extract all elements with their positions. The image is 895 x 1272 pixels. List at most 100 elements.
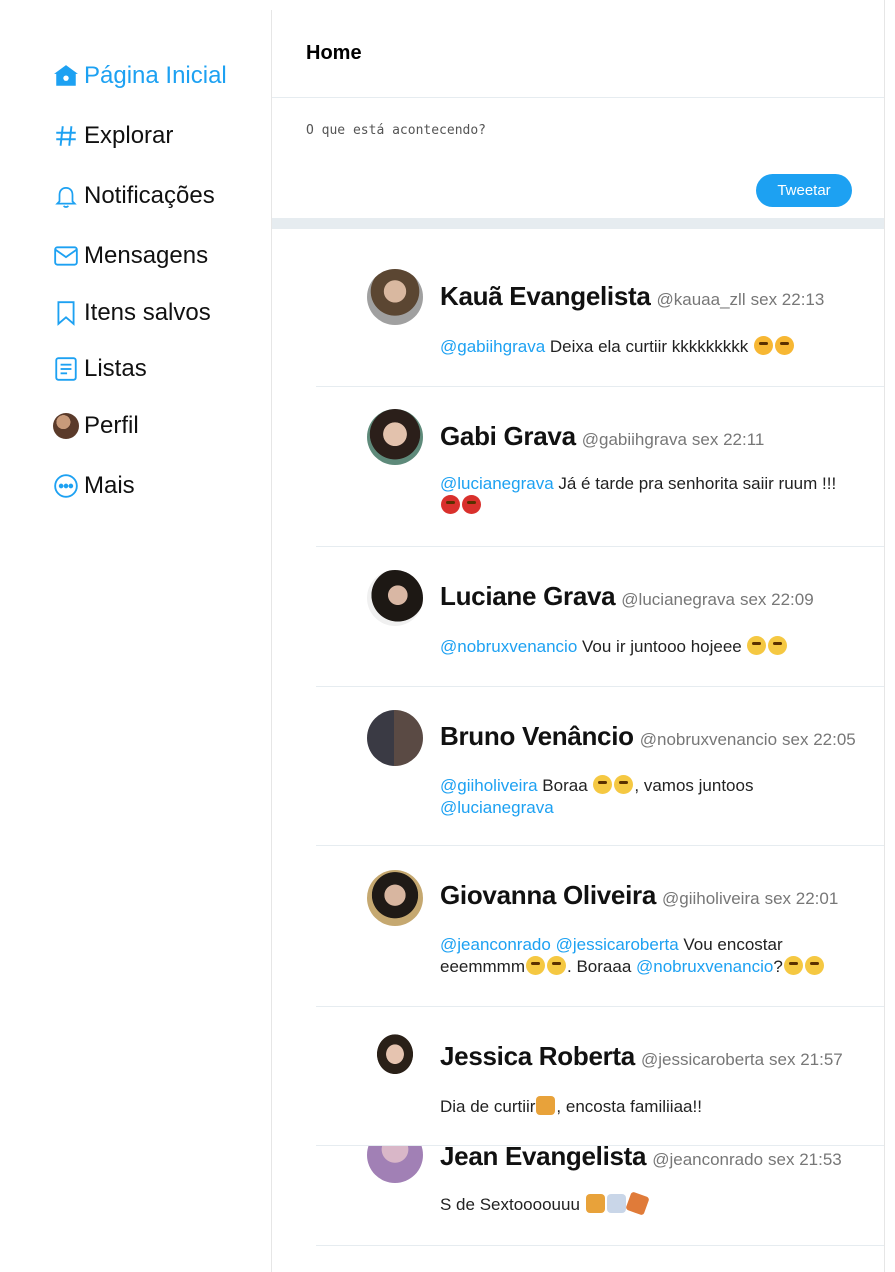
tweet-author-handle[interactable]: @jeanconrado	[652, 1150, 763, 1170]
sidebar-item-label: Explorar	[84, 122, 174, 149]
tongue-face-emoji-icon	[593, 775, 613, 794]
tweet-header: Bruno Venâncio @nobruxvenancio sex 22:05	[440, 721, 856, 752]
sidebar-item-notifications[interactable]: Notificações	[52, 182, 215, 210]
tweet-timestamp: sex 21:57	[769, 1050, 843, 1069]
tweet-author-name[interactable]: Bruno Venâncio	[440, 721, 634, 752]
sidebar-nav: Página Inicial Explorar Notificações Men…	[0, 0, 271, 1272]
tweet-timestamp: sex 21:53	[768, 1150, 842, 1169]
angry-face-emoji-icon	[441, 495, 460, 514]
tweet-text-segment: Vou ir juntooo hojeee	[577, 637, 747, 656]
mention-link[interactable]: @jeanconrado	[440, 935, 551, 954]
tweet-text: Dia de curtiir , encosta familiiaa!!	[440, 1096, 860, 1118]
tweet-author-handle[interactable]: @jessicaroberta	[641, 1050, 764, 1070]
more-icon	[52, 472, 80, 500]
tweet-text-segment: S de Sextoooouuu	[440, 1195, 585, 1214]
compose-box: Tweetar	[272, 98, 884, 218]
tweet-timestamp: sex 22:05	[782, 730, 856, 749]
tweet-author-name[interactable]: Giovanna Oliveira	[440, 880, 656, 911]
sidebar-item-explore[interactable]: Explorar	[52, 122, 173, 150]
tweet-timestamp: sex 22:13	[750, 290, 825, 309]
tweet[interactable]: Kauã Evangelista @kauaa_zll sex 22:13 @g…	[316, 229, 884, 387]
avatar[interactable]	[367, 710, 423, 766]
sidebar-item-more[interactable]: Mais	[52, 472, 135, 500]
tweet-text-segment: ?	[773, 957, 783, 976]
tweet-text-segment: eeemmmm	[440, 957, 526, 976]
tweet-timestamp: sex 22:01	[764, 889, 839, 908]
tongue-face-emoji-icon	[547, 956, 567, 975]
mail-icon	[52, 242, 80, 270]
tweet[interactable]: Giovanna Oliveira @giiholiveira sex 22:0…	[316, 846, 884, 1007]
tweet-text-segment: . Boraaa	[567, 957, 637, 976]
sidebar-item-lists[interactable]: Listas	[52, 355, 147, 383]
sidebar-item-label: Mensagens	[84, 242, 209, 269]
bell-icon	[52, 182, 80, 210]
star-struck-emoji-icon	[753, 336, 773, 355]
tweet-author-handle[interactable]: @kauaa_zll	[657, 290, 746, 310]
avatar[interactable]	[367, 1029, 423, 1085]
section-divider	[272, 218, 884, 229]
tweet[interactable]: Jessica Roberta @jessicaroberta sex 21:5…	[316, 1007, 884, 1146]
beer-mugs-emoji-icon	[585, 1194, 605, 1213]
tweet-text-segment: , vamos juntoos	[634, 776, 754, 795]
avatar[interactable]	[367, 269, 423, 325]
star-struck-emoji-icon	[774, 336, 794, 355]
mention-link[interactable]: @giiholiveira	[440, 776, 538, 795]
tweet-author-handle[interactable]: @giiholiveira	[662, 889, 760, 909]
mention-link[interactable]: @nobruxvenancio	[636, 957, 773, 976]
feed-header: Home	[272, 0, 884, 98]
mention-link[interactable]: @gabiihgrava	[440, 337, 545, 356]
tweet[interactable]: Gabi Grava @gabiihgrava sex 22:11 @lucia…	[316, 387, 884, 547]
tweet-text: @giiholiveira Boraa , vamos juntoos @luci…	[440, 775, 860, 819]
angry-face-emoji-icon	[462, 495, 481, 514]
tweet-text-segment: Boraa	[537, 776, 593, 795]
feed-right-border	[884, 0, 885, 1272]
sidebar-item-profile[interactable]: Perfil	[52, 412, 139, 440]
sidebar-item-label: Notificações	[84, 182, 215, 209]
sidebar-item-label: Mais	[84, 472, 135, 499]
avatar[interactable]	[367, 870, 423, 926]
tweet-author-name[interactable]: Jessica Roberta	[440, 1041, 635, 1072]
tweet-text-segment: Dia de curtiir	[440, 1097, 536, 1116]
tweet-button[interactable]: Tweetar	[756, 174, 852, 207]
tweet-timestamp: sex 22:09	[739, 590, 814, 609]
mention-link[interactable]: @jessicaroberta	[556, 935, 679, 954]
mention-link[interactable]: @lucianegrava	[440, 798, 554, 817]
grinning-face-emoji-icon	[768, 636, 788, 655]
avatar[interactable]	[367, 409, 423, 465]
compose-input[interactable]	[306, 110, 846, 150]
grinning-face-emoji-icon	[747, 636, 767, 655]
tweet-author-handle[interactable]: @nobruxvenancio	[640, 730, 777, 750]
tweet-text: @lucianegrava Já é tarde pra senhorita s…	[440, 473, 860, 517]
tweet-header: Kauã Evangelista @kauaa_zll sex 22:13	[440, 281, 824, 312]
tweet-author-name[interactable]: Kauã Evangelista	[440, 281, 651, 312]
page-title: Home	[306, 42, 362, 64]
sidebar-item-messages[interactable]: Mensagens	[52, 242, 208, 270]
tweet[interactable]: Bruno Venâncio @nobruxvenancio sex 22:05…	[316, 687, 884, 846]
tongue-face-emoji-icon	[526, 956, 546, 975]
tweet[interactable]: Luciane Grava @lucianegrava sex 22:09 @n…	[316, 547, 884, 687]
tweet-author-name[interactable]: Luciane Grava	[440, 581, 616, 612]
tweet-text-segment: Já é tarde pra senhorita saiir ruum !!!	[553, 474, 837, 493]
sidebar-item-home[interactable]: Página Inicial	[52, 62, 227, 90]
hashtag-icon	[52, 122, 80, 150]
party-popper-emoji-icon	[624, 1191, 650, 1216]
tweet-header: Gabi Grava @gabiihgrava sex 22:11	[440, 421, 764, 452]
tweet-text: S de Sextoooouuu	[440, 1191, 860, 1216]
sidebar-item-label: Perfil	[84, 412, 139, 439]
tweet-text: @gabiihgrava Deixa ela curtiir kkkkkkkkk	[440, 336, 860, 358]
tweet-text-segment: , encosta familiiaa!!	[556, 1097, 702, 1116]
sidebar-item-label: Listas	[84, 355, 147, 382]
avatar[interactable]	[367, 570, 423, 626]
mention-link[interactable]: @lucianegrava	[440, 474, 554, 493]
clinking-glasses-emoji-icon	[606, 1194, 626, 1213]
beer-mugs-emoji-icon	[536, 1096, 556, 1115]
mention-link[interactable]: @nobruxvenancio	[440, 637, 577, 656]
tweet-text: @nobruxvenancio Vou ir juntooo hojeee	[440, 636, 860, 658]
tweet-text-segment: Vou encostar	[678, 935, 783, 954]
tweet-author-name[interactable]: Gabi Grava	[440, 421, 576, 452]
tweet-author-handle[interactable]: @gabiihgrava	[582, 430, 687, 450]
sidebar-item-label: Página Inicial	[84, 62, 227, 89]
tweet-author-handle[interactable]: @lucianegrava	[621, 590, 735, 610]
tweet-text-segment: Deixa ela curtiir kkkkkkkkk	[545, 337, 753, 356]
sidebar-item-bookmarks[interactable]: Itens salvos	[52, 299, 211, 327]
